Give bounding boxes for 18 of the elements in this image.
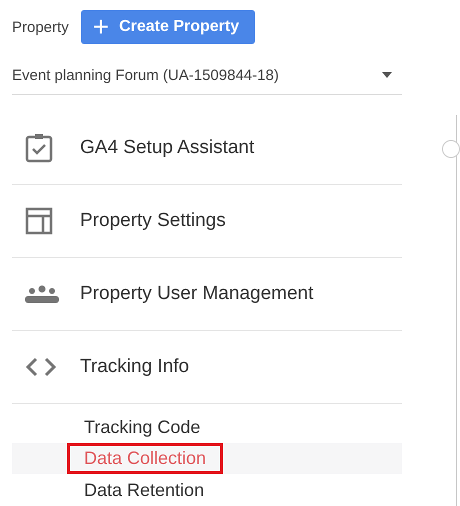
nav-item[interactable]: Tracking Info [12,330,402,404]
nav-item[interactable]: GA4 Setup Assistant [12,112,402,186]
subnav-item[interactable]: Data Retention [12,474,402,506]
collapse-button[interactable] [442,140,460,158]
subnav-item[interactable]: Tracking Code [12,412,402,444]
nav-item[interactable]: Property User Management [12,258,402,331]
create-property-button[interactable]: + Create Property [80,10,256,44]
clipboard-check-icon [24,133,54,164]
subnav-label: Data Collection [70,446,220,472]
property-label: Property [12,18,69,36]
people-icon [24,284,60,304]
subnav-label: Data Retention [83,478,206,502]
code-icon [24,356,58,378]
nav-item[interactable]: Property Settings [12,185,402,258]
subnav-label: Tracking Code [83,416,202,439]
property-dropdown[interactable]: Event planning Forum (UA-1509844-18) [12,56,402,96]
layout-icon [24,206,54,236]
dropdown-caret-icon [382,72,392,78]
